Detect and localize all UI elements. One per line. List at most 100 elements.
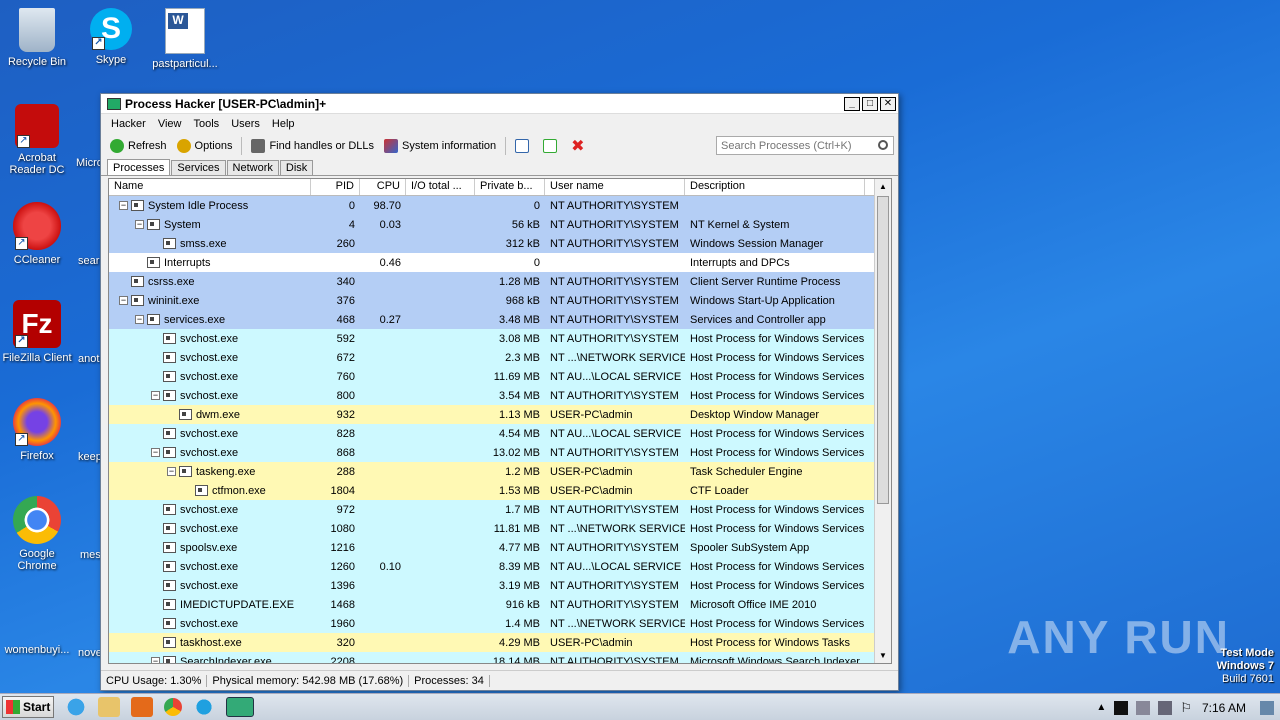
close-button[interactable]: ✕ xyxy=(880,96,896,111)
menu-users[interactable]: Users xyxy=(225,118,266,130)
ccleaner-icon[interactable]: ↗ CCleaner xyxy=(0,202,74,266)
column-name[interactable]: Name xyxy=(109,179,311,195)
edge-icon[interactable] xyxy=(193,697,215,717)
table-row[interactable]: svchost.exe 1960 1.4 MB NT ...\NETWORK SERV… xyxy=(109,614,891,633)
table-row[interactable]: spoolsv.exe 1216 4.77 MB NT AUTHORITY\SYSTE… xyxy=(109,538,891,557)
table-row[interactable]: − System Idle Process 0 98.70 0 NT AUTHORITY\… xyxy=(109,196,891,215)
start-button[interactable]: Start xyxy=(2,696,54,718)
tray-app-icon[interactable] xyxy=(1114,700,1129,715)
table-row[interactable]: dwm.exe 932 1.13 MB USER-PC\admin Desktop Wi… xyxy=(109,405,891,424)
table-row[interactable]: svchost.exe 672 2.3 MB NT ...\NETWORK SERVI… xyxy=(109,348,891,367)
acrobat-icon[interactable]: ↗ Acrobat Reader DC xyxy=(0,104,74,176)
folder-icon[interactable] xyxy=(98,697,120,717)
table-row[interactable]: − services.exe 468 0.27 3.48 MB NT AUTHORITY\… xyxy=(109,310,891,329)
table-row[interactable]: svchost.exe 1396 3.19 MB NT AUTHORITY\SYSTE… xyxy=(109,576,891,595)
table-row[interactable]: − System 4 0.03 56 kB NT AUTHORITY\SYSTEM NT K… xyxy=(109,215,891,234)
process-name: svchost.exe xyxy=(180,351,239,364)
expand-collapse-toggle[interactable]: − xyxy=(151,448,160,457)
skype-icon[interactable]: S ↗ Skype xyxy=(74,8,148,66)
action-center-flag-icon[interactable]: ⚐ xyxy=(1180,700,1192,716)
scroll-up-arrow-icon[interactable]: ▲ xyxy=(879,182,887,191)
expand-collapse-toggle[interactable]: − xyxy=(151,391,160,400)
process-private-bytes: 4.54 MB xyxy=(499,427,540,440)
media-player-icon[interactable] xyxy=(131,697,153,717)
expand-collapse-toggle[interactable]: − xyxy=(119,296,128,305)
table-row[interactable]: − SearchIndexer.exe 2208 18.14 MB NT AUTHORI… xyxy=(109,652,891,663)
volume-icon[interactable] xyxy=(1136,700,1151,715)
table-row[interactable]: svchost.exe 1260 0.10 8.39 MB NT AU...\LOCAL… xyxy=(109,557,891,576)
terminate-button[interactable]: ✖ xyxy=(566,136,589,156)
process-hacker-taskbar-icon[interactable] xyxy=(226,697,254,717)
table-row[interactable]: taskhost.exe 320 4.29 MB USER-PC\admin Host … xyxy=(109,633,891,652)
tab-processes[interactable]: Processes xyxy=(107,159,171,175)
table-row[interactable]: − taskeng.exe 288 1.2 MB USER-PC\admin Task S… xyxy=(109,462,891,481)
process-private-bytes: 1.13 MB xyxy=(499,408,540,421)
filezilla-icon[interactable]: Fz ↗ FileZilla Client xyxy=(0,300,74,364)
table-row[interactable]: csrss.exe 340 1.28 MB NT AUTHORITY\SYSTEM Cl… xyxy=(109,272,891,291)
expand-collapse-toggle[interactable]: − xyxy=(151,657,160,663)
chrome-taskbar-icon[interactable] xyxy=(164,698,182,716)
process-user-name: NT AUTHORITY\SYSTEM xyxy=(550,598,679,611)
test-mode-notice: Test Mode Windows 7 Build 7601 xyxy=(1216,647,1274,685)
process-name: smss.exe xyxy=(180,237,227,250)
expand-collapse-toggle[interactable]: − xyxy=(135,220,144,229)
table-row[interactable]: svchost.exe 760 11.69 MB NT AU...\LOCAL SER… xyxy=(109,367,891,386)
search-input[interactable] xyxy=(716,136,894,155)
table-row[interactable]: IMEDICTUPDATE.EXE 1468 916 kB NT AUTHORITY\… xyxy=(109,595,891,614)
table-row[interactable]: − svchost.exe 800 3.54 MB NT AUTHORITY\SYSTE… xyxy=(109,386,891,405)
column-pid[interactable]: PID xyxy=(311,179,360,195)
scrollbar-thumb[interactable] xyxy=(877,196,889,504)
column-user-name[interactable]: User name xyxy=(545,179,685,195)
tab-services[interactable]: Services xyxy=(171,160,226,175)
maximize-button[interactable]: □ xyxy=(862,96,878,111)
process-private-bytes: 3.48 MB xyxy=(499,313,540,326)
womenbuying-file-icon[interactable]: womenbuyi... xyxy=(0,620,74,656)
show-hidden-icons-icon[interactable]: ▲ xyxy=(1096,702,1106,713)
show-desktop-icon[interactable] xyxy=(1260,700,1274,715)
go-to-button[interactable] xyxy=(538,139,566,153)
expand-collapse-toggle[interactable]: − xyxy=(135,315,144,324)
firefox-logo-icon: ↗ xyxy=(13,398,61,446)
expand-collapse-toggle[interactable]: − xyxy=(167,467,176,476)
table-row[interactable]: smss.exe 260 312 kB NT AUTHORITY\SYSTEM Wind… xyxy=(109,234,891,253)
minimize-button[interactable]: _ xyxy=(844,96,860,111)
table-row[interactable]: ctfmon.exe 1804 1.53 MB USER-PC\admin CTF Lo… xyxy=(109,481,891,500)
process-user-name: NT AUTHORITY\SYSTEM xyxy=(550,218,679,231)
tab-disk[interactable]: Disk xyxy=(279,160,314,175)
menu-view[interactable]: View xyxy=(152,118,188,130)
chrome-icon[interactable]: Google Chrome xyxy=(0,496,74,572)
menu-tools[interactable]: Tools xyxy=(188,118,226,130)
refresh-button[interactable]: Refresh xyxy=(105,139,172,153)
word-document-icon[interactable]: W pastparticul... xyxy=(148,8,222,70)
process-private-bytes: 3.19 MB xyxy=(499,579,540,592)
filezilla-logo-icon: Fz ↗ xyxy=(13,300,61,348)
process-description: Task Scheduler Engine xyxy=(690,465,803,478)
column-description[interactable]: Description xyxy=(685,179,865,195)
title-bar[interactable]: Process Hacker [USER-PC\admin]+ _ □ ✕ xyxy=(101,94,898,114)
menu-hacker[interactable]: Hacker xyxy=(105,118,152,130)
firefox-icon[interactable]: ↗ Firefox xyxy=(0,398,74,462)
scroll-down-arrow-icon[interactable]: ▼ xyxy=(879,651,887,660)
table-row[interactable]: Interrupts 0.46 0 Interrupts and DPCs xyxy=(109,253,891,272)
column-io-total[interactable]: I/O total ... xyxy=(406,179,475,195)
system-information-button[interactable]: System information xyxy=(379,139,501,153)
show-window-button[interactable] xyxy=(510,139,538,153)
table-row[interactable]: − wininit.exe 376 968 kB NT AUTHORITY\SYSTEM… xyxy=(109,291,891,310)
options-button[interactable]: Options xyxy=(172,139,238,153)
column-cpu[interactable]: CPU xyxy=(360,179,406,195)
expand-collapse-toggle[interactable]: − xyxy=(119,201,128,210)
column-private-bytes[interactable]: Private b... xyxy=(475,179,545,195)
table-row[interactable]: svchost.exe 1080 11.81 MB NT ...\NETWORK SE… xyxy=(109,519,891,538)
table-row[interactable]: svchost.exe 592 3.08 MB NT AUTHORITY\SYSTEM… xyxy=(109,329,891,348)
table-row[interactable]: svchost.exe 828 4.54 MB NT AU...\LOCAL SERV… xyxy=(109,424,891,443)
vertical-scrollbar[interactable]: ▲ ▼ xyxy=(874,179,891,663)
tab-network[interactable]: Network xyxy=(226,160,279,175)
internet-explorer-icon[interactable] xyxy=(65,697,87,717)
clock[interactable]: 7:16 AM xyxy=(1202,701,1246,715)
recycle-bin-icon[interactable]: Recycle Bin xyxy=(0,8,74,68)
find-handles-button[interactable]: Find handles or DLLs xyxy=(246,139,379,153)
menu-help[interactable]: Help xyxy=(266,118,301,130)
network-icon[interactable] xyxy=(1158,700,1173,715)
table-row[interactable]: svchost.exe 972 1.7 MB NT AUTHORITY\SYSTEM H… xyxy=(109,500,891,519)
table-row[interactable]: − svchost.exe 868 13.02 MB NT AUTHORITY\SYST… xyxy=(109,443,891,462)
